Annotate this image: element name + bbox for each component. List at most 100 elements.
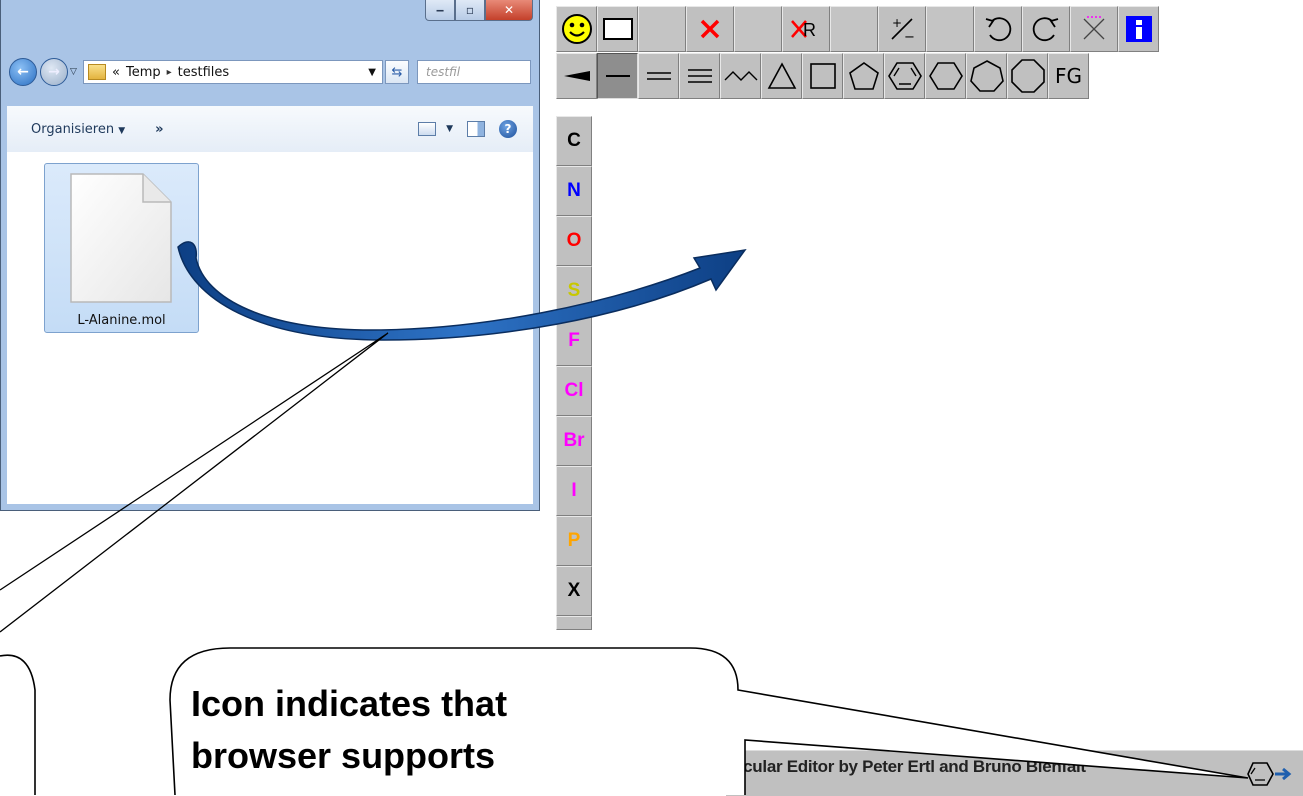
toolbar-blank-1 [638,6,686,52]
chain-icon [724,71,757,81]
forward-button[interactable]: → [40,58,68,86]
smiley-button[interactable] [556,6,597,52]
svg-text:+: + [892,16,902,30]
square-ring-icon [809,63,836,89]
benzene-ring-button[interactable] [884,53,925,99]
recent-pages-dropdown-icon[interactable]: ▽ [70,67,80,77]
minimize-button[interactable]: ‒ [425,0,455,21]
ring-5-button[interactable] [843,53,884,99]
status-text: ecular Editor by Peter Ertl and Bruno Bi… [734,757,1086,776]
redo-button[interactable] [1022,6,1070,52]
benzene-ring-icon [887,62,922,90]
molecular-editor: R + − FG C N O S F Cl Br I P X [556,0,1303,648]
element-label: F [568,330,580,351]
element-button-br[interactable]: Br [556,416,592,466]
organize-menu[interactable]: Organisieren ▼ [31,122,125,137]
hexagon-ring-icon [928,62,963,90]
chevron-down-icon: ▼ [118,125,126,136]
callout-line-1: Icon indicates that [191,683,508,724]
triple-bond-icon [687,69,712,83]
breadcrumb-separator-icon[interactable]: ▸ [167,67,172,78]
maximize-button[interactable]: ▫ [455,0,485,21]
command-bar: Organisieren ▼ » ▼ ? [7,106,533,153]
select-rectangle-button[interactable] [597,6,638,52]
drawing-canvas[interactable] [596,116,1303,648]
callout-bubble-left [0,654,36,795]
element-button-p[interactable]: P [556,516,592,566]
clear-button[interactable] [1070,6,1118,52]
element-button-s[interactable]: S [556,266,592,316]
element-button-f[interactable]: F [556,316,592,366]
back-button[interactable]: ← [9,58,37,86]
wedge-bond-button[interactable] [556,53,597,99]
clear-icon [1083,16,1105,40]
address-row: ← → ▽ « Temp ▸ testfiles ▼ ⇆ testfil [9,54,531,90]
breadcrumb-temp[interactable]: Temp [126,65,161,80]
element-label: Br [563,430,585,451]
heptagon-ring-icon [969,60,1004,92]
explorer-window: ‒ ▫ ✕ ← → ▽ « Temp ▸ testfiles ▼ ⇆ testf… [0,0,540,511]
triple-bond-button[interactable] [679,53,720,99]
element-label: S [567,280,581,301]
delete-button[interactable] [686,6,734,52]
drag-drop-support-icon [1247,762,1292,786]
element-label: C [567,130,581,151]
element-button-i[interactable]: I [556,466,592,516]
element-label: I [571,480,577,501]
preview-pane-icon[interactable] [467,121,485,137]
help-icon[interactable]: ? [499,120,517,138]
info-icon [1125,16,1152,42]
address-dropdown-icon[interactable]: ▼ [368,67,376,78]
more-commands-button[interactable]: » [155,122,163,137]
ring-4-button[interactable] [802,53,843,99]
breadcrumb-testfiles[interactable]: testfiles [178,65,230,80]
wedge-bond-icon [563,71,590,81]
svg-text:−: − [904,30,915,43]
double-bond-icon [646,72,671,80]
functional-group-button[interactable]: FG [1048,53,1089,99]
view-icon [418,122,437,136]
toolbar-blank-2 [734,6,782,52]
element-palette: C N O S F Cl Br I P X [556,116,592,630]
ring-3-button[interactable] [761,53,802,99]
undo-button[interactable] [974,6,1022,52]
single-bond-button[interactable] [597,53,638,99]
delete-icon [700,19,720,39]
R-group-icon: R [791,20,816,40]
ring-6-button[interactable] [925,53,966,99]
toolbar-blank-3 [830,6,878,52]
octagon-ring-icon [1010,59,1045,93]
element-button-c[interactable]: C [556,116,592,166]
chain-button[interactable] [720,53,761,99]
element-label: X [567,580,581,601]
caption-buttons: ‒ ▫ ✕ [425,0,533,22]
functional-group-label: FG [1054,64,1082,88]
organize-label: Organisieren [31,121,115,137]
change-view-button[interactable]: ▼ [418,122,453,136]
ring-8-button[interactable] [1007,53,1048,99]
close-button[interactable]: ✕ [485,0,533,21]
element-button-cl[interactable]: Cl [556,366,592,416]
element-button-n[interactable]: N [556,166,592,216]
info-button[interactable] [1118,6,1159,52]
double-bond-button[interactable] [638,53,679,99]
ring-7-button[interactable] [966,53,1007,99]
r-group-button[interactable]: R [782,6,830,52]
svg-text:R: R [803,20,816,40]
callout-line-2: browser supports [191,735,496,776]
element-button-o[interactable]: O [556,216,592,266]
element-label: P [567,530,581,551]
smiley-icon [561,14,592,44]
address-bar[interactable]: « Temp ▸ testfiles ▼ [83,60,383,84]
element-button-more[interactable] [556,616,592,630]
element-button-x[interactable]: X [556,566,592,616]
triangle-ring-icon [767,62,796,89]
element-label: O [566,230,582,251]
callout-text: Icon indicates that browser supports [191,678,711,782]
refresh-button[interactable]: ⇆ [385,60,409,84]
file-item[interactable]: L-Alanine.mol [44,163,199,333]
element-label: Cl [564,380,584,401]
address-prefix: « [112,64,120,80]
charge-button[interactable]: + − [878,6,926,52]
search-input[interactable]: testfil [417,60,531,84]
